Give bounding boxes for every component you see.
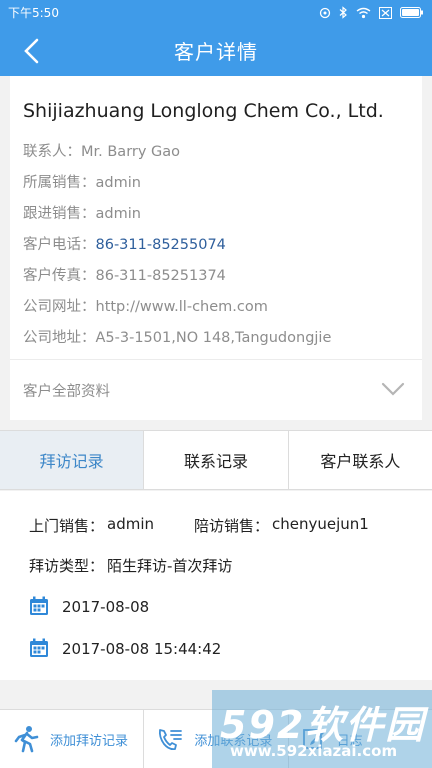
calendar-icon	[30, 638, 48, 657]
chevron-left-icon	[24, 38, 39, 64]
info-label: 公司地址：	[23, 330, 96, 346]
status-bar: 下午5:50	[0, 0, 432, 25]
page-title: 客户详情	[174, 40, 258, 64]
door-sales-value: admin	[107, 515, 154, 533]
battery-icon	[400, 7, 424, 18]
info-value: http://www.ll-chem.com	[95, 299, 268, 315]
info-value: admin	[95, 175, 141, 191]
bluetooth-icon	[339, 6, 348, 19]
door-sales-label: 上门销售：	[29, 517, 105, 535]
info-label: 公司网址：	[23, 299, 96, 315]
visit-date: 2017-08-08	[62, 598, 150, 616]
header-bar: 客户详情	[0, 25, 432, 76]
info-row-website: 公司网址：http://www.ll-chem.com	[23, 295, 268, 316]
signal-x-icon	[379, 6, 392, 19]
info-label: 跟进销售：	[23, 206, 96, 222]
info-value: 86-311-85251374	[95, 268, 226, 284]
info-row-contact: 联系人：Mr. Barry Gao	[23, 140, 180, 161]
add-visit-button[interactable]: 添加拜访记录	[0, 710, 145, 768]
visit-type-label: 拜访类型：	[29, 557, 105, 575]
watermark-brand: 592软件园	[220, 703, 426, 747]
info-row-phone: 客户电话：86-311-85255074	[23, 233, 226, 254]
wifi-icon	[356, 7, 371, 19]
calendar-icon	[30, 596, 48, 615]
info-label: 客户电话：	[23, 237, 96, 253]
accompany-sales-value: chenyuejun1	[272, 515, 369, 533]
visit-type-value: 陌生拜访-首次拜访	[107, 557, 233, 575]
watermark-url: www.592xiazai.com	[230, 742, 398, 760]
info-row-fax: 客户传真：86-311-85251374	[23, 264, 226, 285]
info-label: 客户传真：	[23, 268, 96, 284]
company-name: Shijiazhuang Longlong Chem Co., Ltd.	[23, 100, 384, 122]
info-row-address: 公司地址：A5-3-1501,NO 148,Tangudongjie	[23, 326, 331, 347]
alarm-icon	[319, 7, 331, 19]
status-time: 下午5:50	[8, 6, 59, 20]
info-value: admin	[95, 206, 141, 222]
customer-info-card: Shijiazhuang Longlong Chem Co., Ltd. 联系人…	[10, 76, 422, 420]
info-label: 所属销售：	[23, 175, 96, 191]
visit-datetime: 2017-08-08 15:44:42	[62, 640, 222, 658]
all-info-toggle[interactable]: 客户全部资料	[23, 380, 110, 401]
walking-person-icon	[14, 726, 39, 753]
tab-customer-contacts[interactable]: 客户联系人	[289, 431, 432, 489]
chevron-down-icon[interactable]	[380, 376, 406, 402]
tab-visit-records[interactable]: 拜访记录	[0, 431, 145, 489]
info-row-follow-sales: 跟进销售：admin	[23, 202, 141, 223]
info-label: 联系人：	[23, 144, 81, 160]
add-visit-label: 添加拜访记录	[50, 733, 129, 749]
info-row-owner-sales: 所属销售：admin	[23, 171, 141, 192]
status-icons	[319, 6, 424, 19]
accompany-sales-label: 陪访销售：	[194, 517, 270, 535]
divider	[10, 359, 422, 360]
phone-link[interactable]: 86-311-85255074	[96, 237, 226, 253]
info-value: Mr. Barry Gao	[81, 144, 181, 160]
phone-list-icon	[159, 729, 183, 751]
info-value: A5-3-1501,NO 148,Tangudongjie	[95, 330, 332, 346]
visit-record-item[interactable]: 上门销售： admin 陪访销售： chenyuejun1 拜访类型： 陌生拜访…	[0, 491, 432, 680]
record-tabs: 拜访记录 联系记录 客户联系人	[0, 430, 432, 490]
tab-contact-records[interactable]: 联系记录	[144, 431, 289, 489]
back-button[interactable]	[18, 37, 46, 65]
